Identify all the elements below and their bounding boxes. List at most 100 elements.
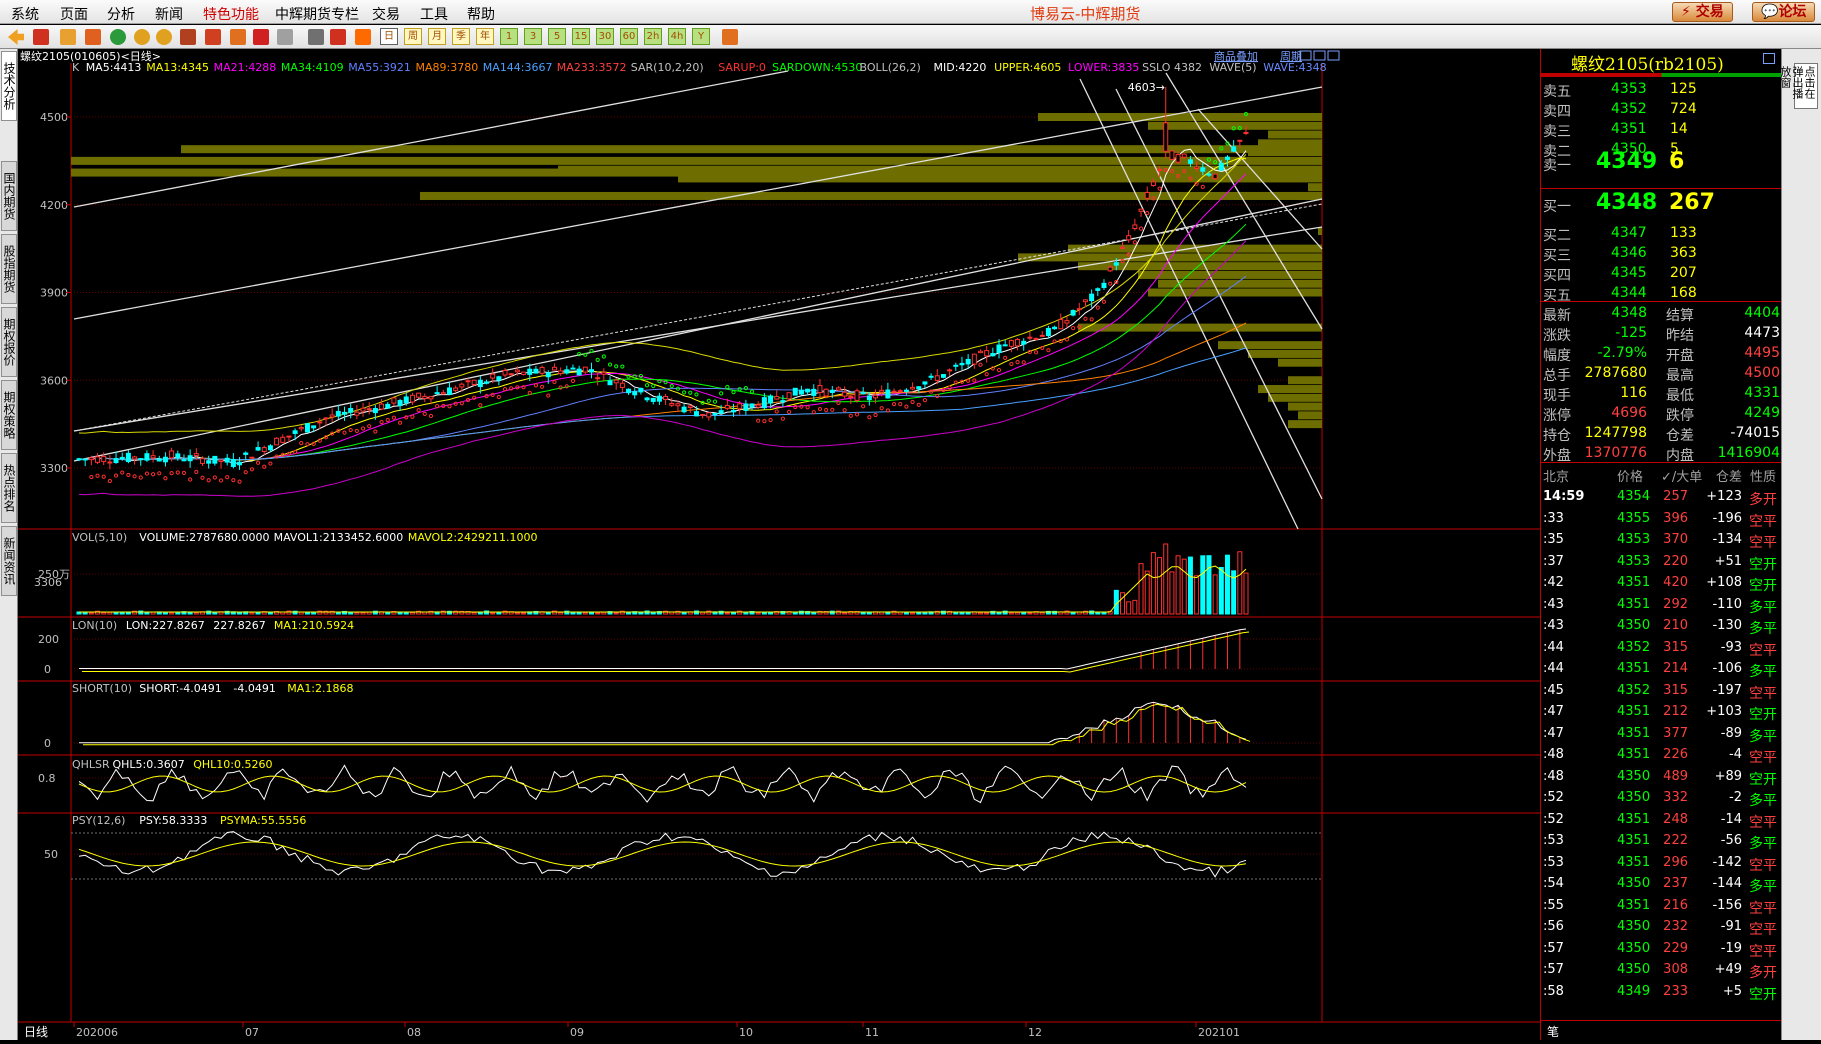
tick-row[interactable]: :54 4350 237 -144 多平 bbox=[1541, 873, 1782, 895]
tab-news[interactable]: 新闻资讯 bbox=[1, 526, 17, 596]
tick-row[interactable]: :56 4350 232 -91 空平 bbox=[1541, 916, 1782, 938]
period-year-button[interactable]: 年 bbox=[476, 28, 494, 45]
legend-item: LON:227.8267 bbox=[126, 619, 205, 632]
tick-nature: 空开 bbox=[1749, 707, 1777, 723]
kline-icon[interactable] bbox=[355, 29, 371, 45]
menu-trade[interactable]: 交易 bbox=[372, 4, 400, 24]
tick-time: :47 bbox=[1543, 704, 1564, 719]
trade-button[interactable]: ⚡ 交易 bbox=[1672, 2, 1733, 22]
bid-row[interactable]: 买五 4344 168 bbox=[1541, 283, 1782, 304]
tick-row[interactable]: :48 4350 489 +89 空开 bbox=[1541, 766, 1782, 788]
tick-row[interactable]: :52 4351 248 -14 空平 bbox=[1541, 809, 1782, 831]
tick-row[interactable]: :57 4350 308 +49 多开 bbox=[1541, 959, 1782, 981]
ask-row[interactable]: 卖五 4353 125 bbox=[1541, 79, 1782, 100]
tick-row[interactable]: :33 4355 396 -196 空平 bbox=[1541, 508, 1782, 530]
period-day-button[interactable]: 日 bbox=[380, 28, 398, 45]
profile-bar bbox=[1308, 183, 1322, 192]
tick-row[interactable]: :53 4351 296 -142 空平 bbox=[1541, 852, 1782, 874]
tick-header-row: 北京 价格 ✓/大单 仓差 性质 bbox=[1541, 464, 1782, 485]
tab-technical-analysis[interactable]: 技术分析 bbox=[1, 51, 17, 121]
tick-row[interactable]: :48 4351 226 -4 空平 bbox=[1541, 744, 1782, 766]
tick-row[interactable]: :58 4349 233 +5 空开 bbox=[1541, 981, 1782, 1003]
zoom-out-icon[interactable] bbox=[156, 29, 172, 45]
period-15min-button[interactable]: 15 bbox=[572, 28, 590, 45]
bid-row[interactable]: 买三 4346 363 bbox=[1541, 243, 1782, 264]
tick-row[interactable]: 14:59 4354 257 +123 多开 bbox=[1541, 486, 1782, 508]
back-icon[interactable] bbox=[8, 29, 24, 45]
tab-option-quotes[interactable]: 期权报价 bbox=[1, 307, 17, 377]
tick-row[interactable]: :45 4352 315 -197 空平 bbox=[1541, 680, 1782, 702]
tick-row[interactable]: :35 4353 370 -134 空平 bbox=[1541, 529, 1782, 551]
table-icon[interactable] bbox=[308, 29, 324, 45]
chart-area[interactable]: 4603→ 螺纹2105(010605)<日线> 商品叠加 周期 K MA5:44… bbox=[18, 49, 1540, 1040]
tick-row[interactable]: :55 4351 216 -156 空平 bbox=[1541, 895, 1782, 917]
new-icon[interactable] bbox=[277, 29, 293, 45]
period-week-button[interactable]: 周 bbox=[404, 28, 422, 45]
period-3min-button[interactable]: 3 bbox=[524, 28, 542, 45]
popup-play-button[interactable]: 点击在弹出播放窗 bbox=[1779, 63, 1818, 109]
menu-analysis[interactable]: 分析 bbox=[107, 4, 135, 24]
line-chart-icon[interactable] bbox=[330, 29, 346, 45]
tick-row[interactable]: :44 4351 214 -106 多平 bbox=[1541, 658, 1782, 680]
period-custom-button[interactable]: Y bbox=[692, 28, 710, 45]
period-60min-button[interactable]: 60 bbox=[620, 28, 638, 45]
tick-time: :52 bbox=[1543, 790, 1564, 805]
bid-row[interactable]: 买四 4345 207 bbox=[1541, 263, 1782, 284]
tick-row[interactable]: :52 4350 332 -2 多平 bbox=[1541, 787, 1782, 809]
refresh-icon[interactable] bbox=[110, 29, 126, 45]
stat-row: 持仓 1247798 仓差 -74015 bbox=[1541, 423, 1782, 444]
candle bbox=[582, 366, 588, 373]
period-1min-button[interactable]: 1 bbox=[500, 28, 518, 45]
tick-row[interactable]: :47 4351 377 -89 多平 bbox=[1541, 723, 1782, 745]
period-month-button[interactable]: 月 bbox=[428, 28, 446, 45]
volume-bar bbox=[1027, 612, 1033, 615]
period-30min-button[interactable]: 30 bbox=[596, 28, 614, 45]
menu-page[interactable]: 页面 bbox=[60, 4, 88, 24]
tick-row[interactable]: :42 4351 420 +108 空开 bbox=[1541, 572, 1782, 594]
menu-zhonghui-column[interactable]: 中辉期货专栏 bbox=[275, 4, 359, 24]
kline-chart[interactable]: 4603→ 螺纹2105(010605)<日线> 商品叠加 周期 K MA5:44… bbox=[18, 49, 1540, 1040]
period-2h-button[interactable]: 2h bbox=[644, 28, 662, 45]
candle bbox=[477, 379, 483, 387]
menu-features[interactable]: 特色功能 bbox=[203, 4, 259, 24]
legend-item: MA144:3667 bbox=[483, 61, 553, 74]
tick-price: 4350 bbox=[1617, 962, 1651, 977]
quote-icon[interactable] bbox=[85, 29, 101, 45]
forum-button[interactable]: 💬论坛 bbox=[1752, 2, 1816, 22]
tick-row[interactable]: :57 4350 229 -19 空平 bbox=[1541, 938, 1782, 960]
tick-time: :37 bbox=[1543, 553, 1564, 569]
menu-help[interactable]: 帮助 bbox=[467, 4, 495, 24]
tick-mode-tab[interactable]: 笔 bbox=[1547, 1023, 1559, 1040]
home-icon[interactable] bbox=[33, 29, 49, 45]
tab-domestic-futures[interactable]: 国内期货 bbox=[1, 161, 17, 231]
tick-row[interactable]: :37 4353 220 +51 空开 bbox=[1541, 551, 1782, 573]
tick-row[interactable]: :44 4352 315 -93 空平 bbox=[1541, 637, 1782, 659]
calculator-icon[interactable] bbox=[722, 29, 738, 45]
filter-icon[interactable] bbox=[253, 29, 269, 45]
tab-option-strategy[interactable]: 期权策略 bbox=[1, 380, 17, 450]
legend-item: WAVE:4348 bbox=[1263, 61, 1326, 74]
period-5min-button[interactable]: 5 bbox=[548, 28, 566, 45]
brush-icon[interactable] bbox=[230, 29, 246, 45]
tab-index-futures[interactable]: 股指期货 bbox=[1, 234, 17, 304]
bid-row[interactable]: 买一 4348 267 bbox=[1541, 190, 1782, 220]
ask-row[interactable]: 卖四 4352 724 bbox=[1541, 99, 1782, 120]
zoom-in-icon[interactable] bbox=[134, 29, 150, 45]
menu-tools[interactable]: 工具 bbox=[420, 4, 448, 24]
ask-row[interactable]: 卖一 4349 6 bbox=[1541, 149, 1782, 179]
tick-row[interactable]: :53 4351 222 -56 多平 bbox=[1541, 830, 1782, 852]
draw-pen-icon[interactable] bbox=[205, 29, 221, 45]
tick-row[interactable]: :43 4351 292 -110 多平 bbox=[1541, 594, 1782, 616]
maximize-icon[interactable] bbox=[1763, 53, 1775, 64]
tick-row[interactable]: :43 4350 210 -130 多平 bbox=[1541, 615, 1782, 637]
tick-row[interactable]: :47 4351 212 +103 空开 bbox=[1541, 701, 1782, 723]
period-quarter-button[interactable]: 季 bbox=[452, 28, 470, 45]
menu-news[interactable]: 新闻 bbox=[155, 4, 183, 24]
menu-system[interactable]: 系统 bbox=[11, 4, 39, 24]
tab-hot-ranking[interactable]: 热点排名 bbox=[1, 453, 17, 523]
period-4h-button[interactable]: 4h bbox=[668, 28, 686, 45]
ask-row[interactable]: 卖三 4351 14 bbox=[1541, 119, 1782, 140]
bid-row[interactable]: 买二 4347 133 bbox=[1541, 223, 1782, 244]
layout-icon[interactable] bbox=[60, 29, 76, 45]
copy-icon[interactable] bbox=[180, 29, 196, 45]
